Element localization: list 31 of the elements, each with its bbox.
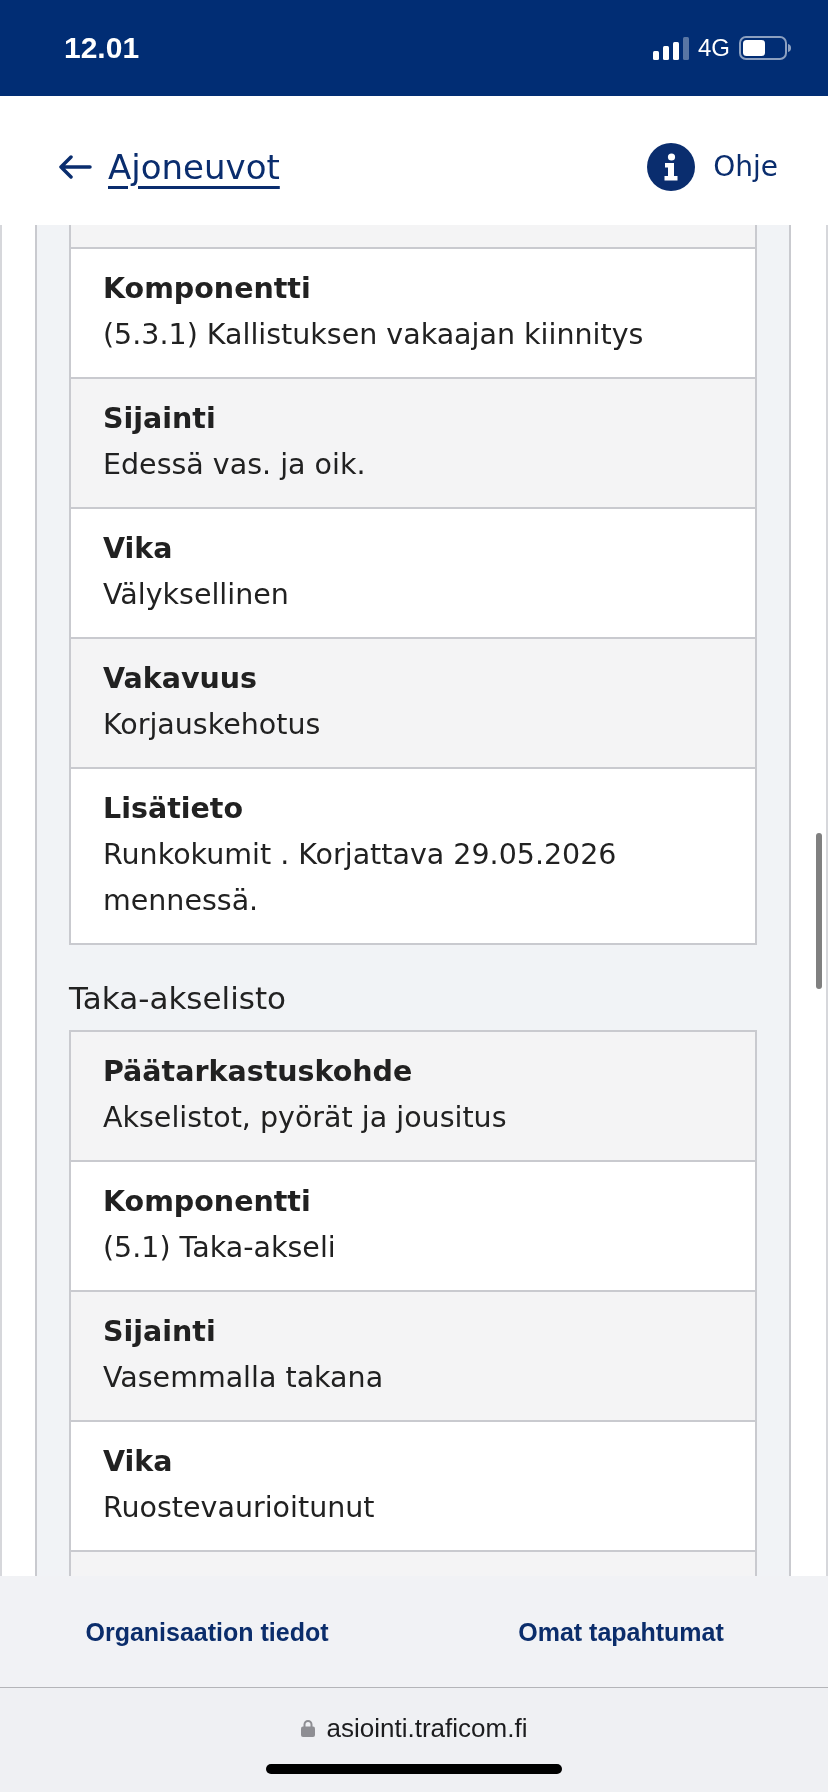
address-bar[interactable]: asiointi.traficom.fi [300, 1713, 528, 1743]
field-value: (5.3.1) Kallistuksen vakaajan kiinnitys [103, 317, 645, 353]
nav-link[interactable]: Omat tapahtumat [518, 1614, 724, 1649]
field-value: Korjauskehotus [103, 707, 322, 743]
field-label: Vakavuus [103, 661, 259, 697]
field-label: Komponentti [103, 1184, 312, 1220]
nav-link[interactable]: Organisaation tiedot [85, 1614, 329, 1649]
field-label: Lisätieto [103, 791, 245, 827]
help-link[interactable]: Ohje [647, 142, 778, 191]
field-value: Runkokumit . Korjattava 29.05.2026 mennessä. [103, 837, 618, 919]
back-arrow-icon [58, 154, 92, 179]
field-label: Päätarkastuskohde [103, 1054, 414, 1090]
field-label: Sijainti [103, 401, 217, 437]
network-label: 4G [698, 36, 730, 60]
lock-icon [300, 1719, 315, 1737]
info-icon [647, 142, 696, 191]
field-label: Vika [103, 531, 174, 567]
field-label: Komponentti [103, 271, 312, 307]
field-value: Akselistot, pyörät ja jousitus [103, 1100, 508, 1136]
back-link[interactable]: Ajoneuvot [58, 144, 280, 189]
field-value: Ruostevaurioitunut [103, 1490, 376, 1526]
signal-icon [653, 36, 689, 60]
field-value: Välyksellinen [103, 577, 290, 613]
battery-icon [739, 36, 791, 60]
field-value: (5.1) Taka-akseli [103, 1230, 337, 1266]
status-time: 12.01 [64, 33, 140, 63]
field-label: Vika [103, 1444, 174, 1480]
section-heading: Taka-akselisto [69, 979, 288, 1018]
field-value: Vasemmalla takana [103, 1360, 385, 1396]
field-label: Sijainti [103, 1314, 217, 1350]
field-value: Edessä vas. ja oik. [103, 447, 367, 483]
